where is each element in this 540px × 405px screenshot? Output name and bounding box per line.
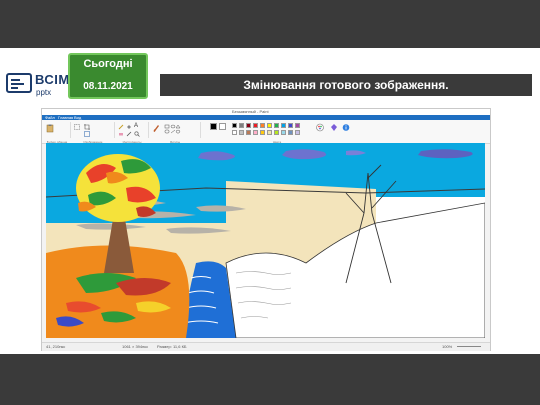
palette-color-swatch[interactable] bbox=[281, 130, 286, 135]
tree-crown bbox=[76, 154, 160, 222]
shapes-gallery-icon[interactable] bbox=[164, 124, 184, 136]
drawing-canvas[interactable] bbox=[46, 143, 485, 338]
palette-color-swatch[interactable] bbox=[232, 123, 237, 128]
paste-icon[interactable] bbox=[46, 124, 54, 133]
paint-window-title: Безымянный - Paint bbox=[232, 109, 269, 114]
paint-ribbon: Буфер обмена Изображение A Инструменты Ф… bbox=[42, 120, 490, 144]
palette-color-swatch[interactable] bbox=[260, 130, 265, 135]
paint-window: Безымянный - Paint Файл Главная Вид Буфе… bbox=[41, 108, 491, 351]
status-cursor-position: 41, 210пкс bbox=[46, 344, 66, 349]
slide: ВСІМ pptx Сьогодні 08.11.2021 Змінювання… bbox=[0, 0, 540, 405]
palette-color-swatch[interactable] bbox=[253, 130, 258, 135]
info-icon[interactable] bbox=[342, 123, 350, 132]
palette-color-swatch[interactable] bbox=[260, 123, 265, 128]
fill-icon[interactable] bbox=[126, 124, 132, 130]
pencil-icon[interactable] bbox=[118, 124, 124, 130]
magnifier-icon[interactable] bbox=[134, 131, 140, 137]
brush-icon[interactable] bbox=[152, 124, 160, 133]
palette-color-swatch[interactable] bbox=[288, 123, 293, 128]
palette-color-swatch[interactable] bbox=[239, 130, 244, 135]
group-brushes-shapes: Фигуры bbox=[150, 122, 201, 144]
palette-color-swatch[interactable] bbox=[274, 123, 279, 128]
status-zoom: 100% bbox=[442, 344, 453, 349]
group-image: Изображение bbox=[72, 122, 115, 144]
group-clipboard: Буфер обмена bbox=[44, 122, 71, 144]
color1-swatch[interactable] bbox=[210, 123, 217, 130]
palette-color-swatch[interactable] bbox=[239, 123, 244, 128]
palette-color-swatch[interactable] bbox=[267, 130, 272, 135]
badge-today-label: Сьогодні bbox=[83, 58, 133, 70]
palette-color-swatch[interactable] bbox=[246, 123, 251, 128]
palette-color-swatch[interactable] bbox=[295, 130, 300, 135]
crop-icon[interactable] bbox=[84, 124, 90, 130]
palette-color-swatch[interactable] bbox=[267, 123, 272, 128]
group-colors: Цвета bbox=[202, 122, 352, 144]
palette-color-swatch[interactable] bbox=[288, 130, 293, 135]
text-tool-icon[interactable]: A bbox=[134, 123, 138, 129]
status-image-size: 1061 × 394пкс bbox=[122, 344, 149, 349]
logo-icon bbox=[6, 73, 32, 93]
color2-swatch[interactable] bbox=[219, 123, 226, 130]
slide-title: Змінювання готового зображення. bbox=[160, 74, 532, 96]
paint-statusbar: 41, 210пкс 1061 × 394пкс Размер: 11,6 КБ… bbox=[42, 342, 490, 351]
palette-color-swatch[interactable] bbox=[295, 123, 300, 128]
group-tools: A Инструменты bbox=[116, 122, 149, 144]
vsim-logo: ВСІМ pptx bbox=[6, 70, 70, 100]
palette-color-swatch[interactable] bbox=[274, 130, 279, 135]
palette-color-swatch[interactable] bbox=[246, 130, 251, 135]
edit-colors-icon[interactable] bbox=[314, 123, 326, 132]
color-picker-icon[interactable] bbox=[126, 131, 132, 137]
badge-date: 08.11.2021 bbox=[83, 81, 133, 92]
logo-subtext: pptx bbox=[36, 88, 52, 97]
palette-color-swatch[interactable] bbox=[232, 130, 237, 135]
logo-text: ВСІМ bbox=[35, 72, 70, 87]
palette-color-swatch[interactable] bbox=[253, 123, 258, 128]
status-file-size: Размер: 11,6 КБ bbox=[157, 344, 187, 349]
select-icon[interactable] bbox=[74, 124, 80, 130]
resize-icon[interactable] bbox=[84, 131, 90, 137]
palette-color-swatch[interactable] bbox=[281, 123, 286, 128]
paint3d-icon[interactable] bbox=[330, 123, 338, 132]
date-badge: Сьогодні 08.11.2021 bbox=[68, 53, 148, 99]
zoom-slider[interactable] bbox=[457, 346, 481, 347]
eraser-icon[interactable] bbox=[118, 131, 124, 137]
